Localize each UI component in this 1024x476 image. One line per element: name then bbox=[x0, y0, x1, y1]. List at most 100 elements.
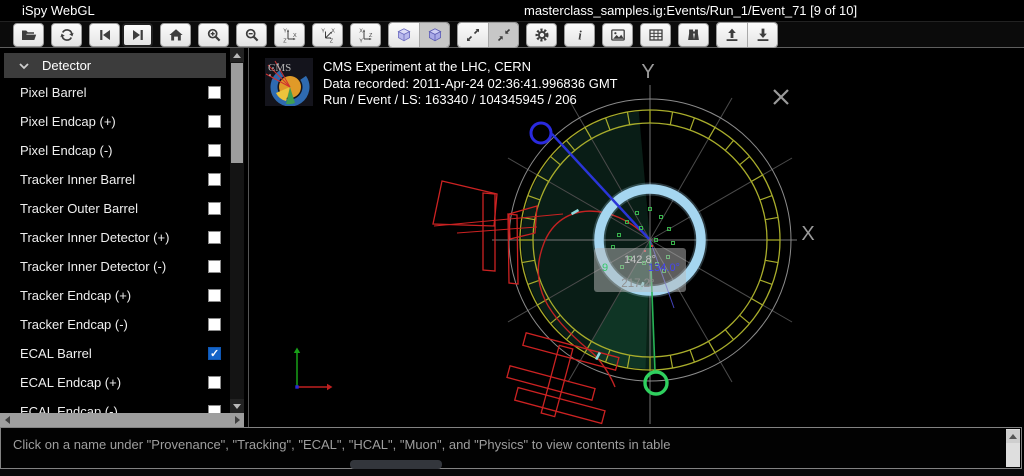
zoom-out-button[interactable] bbox=[236, 23, 267, 47]
angle-left: 9 bbox=[602, 262, 608, 274]
cross-marker[interactable] bbox=[774, 90, 788, 104]
sidebar-item-tracker-inner-detector-minus[interactable]: Tracker Inner Detector (-) bbox=[0, 252, 230, 281]
svg-text:X: X bbox=[359, 28, 363, 34]
sidebar-item-pixel-barrel[interactable]: Pixel Barrel bbox=[0, 78, 230, 107]
open-file-icon bbox=[21, 27, 37, 43]
download-icon bbox=[755, 27, 771, 43]
status-scrollbar[interactable] bbox=[1006, 429, 1020, 467]
zoom-in-button[interactable] bbox=[198, 23, 229, 47]
cms-logo: CMS bbox=[265, 58, 313, 106]
checkbox[interactable] bbox=[208, 347, 221, 360]
checkbox[interactable] bbox=[208, 173, 221, 186]
checkbox[interactable] bbox=[208, 376, 221, 389]
item-label: Tracker Endcap (+) bbox=[20, 288, 131, 303]
item-label: ECAL Endcap (+) bbox=[20, 375, 121, 390]
sidebar-vertical-scrollbar[interactable] bbox=[230, 48, 244, 413]
view-axes-xz-icon: XZY bbox=[358, 27, 374, 43]
zoom-out-icon bbox=[244, 27, 260, 43]
event-display-viewport[interactable]: Y X 142.8° 9 134.0° 217.2° CMS bbox=[248, 48, 1024, 427]
bottom-strip bbox=[0, 469, 1024, 476]
bottom-scrollbar-thumb[interactable] bbox=[350, 460, 442, 469]
checkbox[interactable] bbox=[208, 231, 221, 244]
sidebar-item-pixel-endcap-plus[interactable]: Pixel Endcap (+) bbox=[0, 107, 230, 136]
view-axes-yx-button[interactable]: YX Z bbox=[274, 23, 305, 47]
orthographic-cube-icon bbox=[427, 27, 443, 43]
checkbox[interactable] bbox=[208, 289, 221, 302]
sidebar-item-tracker-endcap-minus[interactable]: Tracker Endcap (-) bbox=[0, 310, 230, 339]
reload-button[interactable] bbox=[51, 23, 82, 47]
item-label: Pixel Endcap (+) bbox=[20, 114, 116, 129]
view-axes-perspective-button[interactable]: YXZ bbox=[312, 23, 343, 47]
scrollbar-thumb[interactable] bbox=[231, 63, 243, 163]
view-axes-xz-button[interactable]: XZY bbox=[350, 23, 381, 47]
shrink-button[interactable] bbox=[488, 23, 518, 47]
scroll-up-button[interactable] bbox=[1006, 430, 1020, 443]
sidebar-item-tracker-outer-barrel[interactable]: Tracker Outer Barrel bbox=[0, 194, 230, 223]
sidebar-horizontal-scrollbar[interactable] bbox=[0, 413, 244, 427]
axis-label-y: Y bbox=[641, 61, 654, 83]
checkbox[interactable] bbox=[208, 86, 221, 99]
image-icon bbox=[610, 27, 626, 43]
gear-icon bbox=[534, 27, 550, 43]
open-file-button[interactable] bbox=[13, 23, 44, 47]
app-title: iSpy WebGL bbox=[22, 3, 95, 18]
sidebar-item-tracker-endcap-plus[interactable]: Tracker Endcap (+) bbox=[0, 281, 230, 310]
enlarge-button[interactable] bbox=[458, 23, 488, 47]
cms-logo-text: CMS bbox=[268, 62, 291, 74]
sidebar-item-ecal-endcap-plus[interactable]: ECAL Endcap (+) bbox=[0, 368, 230, 397]
step-forward-icon bbox=[130, 27, 146, 43]
axis-label-x: X bbox=[801, 223, 814, 245]
home-icon bbox=[168, 27, 184, 43]
svg-text:Z: Z bbox=[283, 38, 287, 43]
left-arrow-icon bbox=[5, 416, 10, 424]
svg-text:Z: Z bbox=[369, 32, 373, 38]
previous-event-button[interactable] bbox=[89, 23, 120, 47]
scroll-left-button[interactable] bbox=[0, 413, 14, 427]
sidebar-item-ecal-barrel[interactable]: ECAL Barrel bbox=[0, 339, 230, 368]
checkbox[interactable] bbox=[208, 144, 221, 157]
svg-text:X: X bbox=[331, 28, 335, 34]
sidebar-item-tracker-inner-barrel[interactable]: Tracker Inner Barrel bbox=[0, 165, 230, 194]
svg-text:Y: Y bbox=[283, 28, 287, 34]
checkbox[interactable] bbox=[208, 202, 221, 215]
event-info: CMS Experiment at the LHC, CERN Data rec… bbox=[323, 59, 618, 109]
svg-text:i: i bbox=[578, 28, 582, 42]
table-view-button[interactable] bbox=[640, 23, 671, 47]
info-button[interactable]: i bbox=[564, 23, 595, 47]
item-label: Pixel Endcap (-) bbox=[20, 143, 112, 158]
chevron-down-icon bbox=[18, 60, 30, 72]
item-label: Tracker Inner Detector (+) bbox=[20, 230, 169, 245]
muon-endpoint-marker-green[interactable] bbox=[645, 372, 667, 394]
cube-perspective-button[interactable] bbox=[389, 23, 419, 47]
detector-section-header[interactable]: Detector bbox=[4, 53, 226, 78]
item-label: Tracker Endcap (-) bbox=[20, 317, 128, 332]
home-button[interactable] bbox=[160, 23, 191, 47]
sidebar-item-pixel-endcap-minus[interactable]: Pixel Endcap (-) bbox=[0, 136, 230, 165]
next-event-button[interactable] bbox=[122, 23, 153, 47]
item-label: Pixel Barrel bbox=[20, 85, 86, 100]
checkbox[interactable] bbox=[208, 318, 221, 331]
search-button[interactable] bbox=[678, 23, 709, 47]
scroll-right-button[interactable] bbox=[230, 413, 244, 427]
event-info-line1: CMS Experiment at the LHC, CERN bbox=[323, 59, 618, 76]
settings-button[interactable] bbox=[526, 23, 557, 47]
svg-text:X: X bbox=[293, 32, 297, 38]
upload-button[interactable] bbox=[717, 23, 747, 47]
down-arrow-icon bbox=[233, 404, 241, 409]
axes-gizmo bbox=[294, 348, 333, 391]
download-button[interactable] bbox=[747, 23, 777, 47]
event-info-line3: Run / Event / LS: 163340 / 104345945 / 2… bbox=[323, 92, 618, 109]
up-arrow-icon bbox=[233, 53, 241, 58]
cube-orthographic-button[interactable] bbox=[419, 23, 449, 47]
upload-icon bbox=[724, 27, 740, 43]
checkbox[interactable] bbox=[208, 260, 221, 273]
angle-right: 134.0° bbox=[648, 262, 680, 274]
screenshot-button[interactable] bbox=[602, 23, 633, 47]
sidebar-item-tracker-inner-detector-plus[interactable]: Tracker Inner Detector (+) bbox=[0, 223, 230, 252]
scroll-down-button[interactable] bbox=[230, 399, 244, 413]
binoculars-icon bbox=[686, 27, 702, 43]
scroll-up-button[interactable] bbox=[230, 48, 244, 62]
checkbox[interactable] bbox=[208, 115, 221, 128]
muon-endpoint-marker-blue[interactable] bbox=[531, 123, 551, 143]
angle-measurement-overlay: 142.8° 9 134.0° 217.2° bbox=[594, 248, 686, 292]
